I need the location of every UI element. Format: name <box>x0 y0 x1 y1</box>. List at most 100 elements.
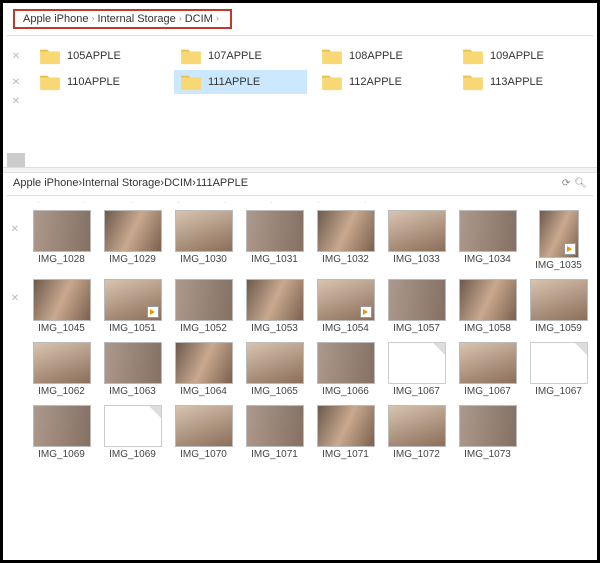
file-item[interactable]: IMG_1063 <box>100 342 165 397</box>
file-item[interactable]: IMG_1064 <box>171 342 236 397</box>
file-item[interactable]: IMG_1051 <box>100 279 165 334</box>
file-label: IMG_1029 <box>109 254 156 265</box>
breadcrumb-highlight: Apple iPhone › Internal Storage › DCIM › <box>13 9 232 29</box>
file-item[interactable]: IMG_1032 <box>313 210 378 265</box>
folder-label: 105APPLE <box>67 50 121 62</box>
file-label: IMG_1053 <box>251 323 298 334</box>
column-ticks: ········ <box>3 198 597 206</box>
file-item[interactable]: IMG_1072 <box>384 405 449 460</box>
folder-label: 109APPLE <box>490 50 544 62</box>
pin-icon[interactable] <box>7 405 23 419</box>
file-item[interactable]: IMG_1054 <box>313 279 378 334</box>
image-thumbnail <box>530 279 588 321</box>
file-label: IMG_1066 <box>322 386 369 397</box>
file-item[interactable]: IMG_1066 <box>313 342 378 397</box>
file-item[interactable]: IMG_1053 <box>242 279 307 334</box>
file-icon <box>530 342 588 384</box>
file-label: IMG_1073 <box>464 449 511 460</box>
file-item[interactable]: IMG_1058 <box>455 279 520 334</box>
folder-label: 111APPLE <box>208 76 260 88</box>
file-item[interactable]: IMG_1029 <box>100 210 165 265</box>
image-thumbnail <box>459 405 517 447</box>
breadcrumb-seg[interactable]: Internal Storage <box>97 13 175 25</box>
file-label: IMG_1028 <box>38 254 85 265</box>
file-item[interactable]: IMG_1035 <box>526 210 591 271</box>
breadcrumb-seg[interactable]: 111APPLE <box>196 177 248 189</box>
folder-icon <box>321 73 343 91</box>
image-thumbnail <box>388 279 446 321</box>
folder-item[interactable]: 109APPLE <box>456 44 589 68</box>
file-item[interactable]: IMG_1067 <box>455 342 520 397</box>
video-thumbnail <box>539 210 579 258</box>
file-label: IMG_1031 <box>251 254 298 265</box>
file-item[interactable]: IMG_1070 <box>171 405 236 460</box>
file-label: IMG_1059 <box>535 323 582 334</box>
folder-item[interactable]: 110APPLE <box>33 70 166 94</box>
breadcrumb-seg[interactable]: Apple iPhone <box>23 13 88 25</box>
pin-icon[interactable]: ✕ <box>7 279 23 304</box>
file-label: IMG_1069 <box>38 449 85 460</box>
file-item[interactable]: IMG_1069 <box>100 405 165 460</box>
breadcrumb-seg[interactable]: Internal Storage <box>82 177 160 189</box>
image-thumbnail <box>388 210 446 252</box>
file-label: IMG_1067 <box>464 386 511 397</box>
folder-icon <box>180 47 202 65</box>
folder-icon <box>462 73 484 91</box>
file-item[interactable]: IMG_1031 <box>242 210 307 265</box>
breadcrumb-seg[interactable]: Apple iPhone <box>13 177 78 189</box>
file-item[interactable]: IMG_1067 <box>384 342 449 397</box>
breadcrumb-seg[interactable]: DCIM <box>185 13 213 25</box>
file-item[interactable]: IMG_1071 <box>242 405 307 460</box>
file-item[interactable]: IMG_1059 <box>526 279 591 334</box>
file-icon <box>104 405 162 447</box>
file-label: IMG_1063 <box>109 386 156 397</box>
file-item[interactable]: IMG_1065 <box>242 342 307 397</box>
file-item[interactable]: IMG_1034 <box>455 210 520 265</box>
chevron-right-icon: › <box>216 13 219 25</box>
pin-icon[interactable] <box>7 342 23 356</box>
selection-stub <box>7 153 25 167</box>
file-item[interactable]: IMG_1030 <box>171 210 236 265</box>
file-item[interactable]: IMG_1062 <box>29 342 94 397</box>
file-label: IMG_1069 <box>109 449 156 460</box>
folder-icon <box>462 47 484 65</box>
search-icon[interactable]: 🔍︎ <box>574 178 587 189</box>
folder-item[interactable]: 105APPLE <box>33 44 166 68</box>
folder-item-selected[interactable]: 111APPLE <box>174 70 307 94</box>
file-label: IMG_1064 <box>180 386 227 397</box>
folder-item[interactable]: 107APPLE <box>174 44 307 68</box>
pin-icon[interactable]: ✕ <box>7 96 25 107</box>
folder-item[interactable]: 113APPLE <box>456 70 589 94</box>
folder-label: 110APPLE <box>67 76 120 88</box>
file-item[interactable]: IMG_1073 <box>455 405 520 460</box>
image-thumbnail <box>33 342 91 384</box>
pin-icon[interactable]: ✕ <box>7 51 25 62</box>
image-thumbnail <box>175 342 233 384</box>
image-thumbnail <box>33 279 91 321</box>
folder-label: 113APPLE <box>490 76 543 88</box>
breadcrumb-seg[interactable]: DCIM <box>164 177 192 189</box>
file-label: IMG_1033 <box>393 254 440 265</box>
file-label: IMG_1072 <box>393 449 440 460</box>
file-item[interactable]: IMG_1057 <box>384 279 449 334</box>
video-thumbnail <box>104 279 162 321</box>
file-item[interactable]: IMG_1067 <box>526 342 591 397</box>
file-item[interactable]: IMG_1071 <box>313 405 378 460</box>
folder-label: 112APPLE <box>349 76 402 88</box>
image-thumbnail <box>175 210 233 252</box>
file-icon <box>388 342 446 384</box>
file-item[interactable]: IMG_1028 <box>29 210 94 265</box>
folder-item[interactable]: 112APPLE <box>315 70 448 94</box>
file-label: IMG_1034 <box>464 254 511 265</box>
image-thumbnail <box>104 342 162 384</box>
file-item[interactable]: IMG_1052 <box>171 279 236 334</box>
folder-item[interactable]: 108APPLE <box>315 44 448 68</box>
file-item[interactable]: IMG_1045 <box>29 279 94 334</box>
file-item[interactable]: IMG_1069 <box>29 405 94 460</box>
refresh-icon[interactable]: ⟳ <box>562 178 570 189</box>
pin-icon[interactable]: ✕ <box>7 210 23 235</box>
file-item[interactable]: IMG_1033 <box>384 210 449 265</box>
video-thumbnail <box>317 279 375 321</box>
pin-icon[interactable]: ✕ <box>7 77 25 88</box>
folder-icon <box>39 47 61 65</box>
